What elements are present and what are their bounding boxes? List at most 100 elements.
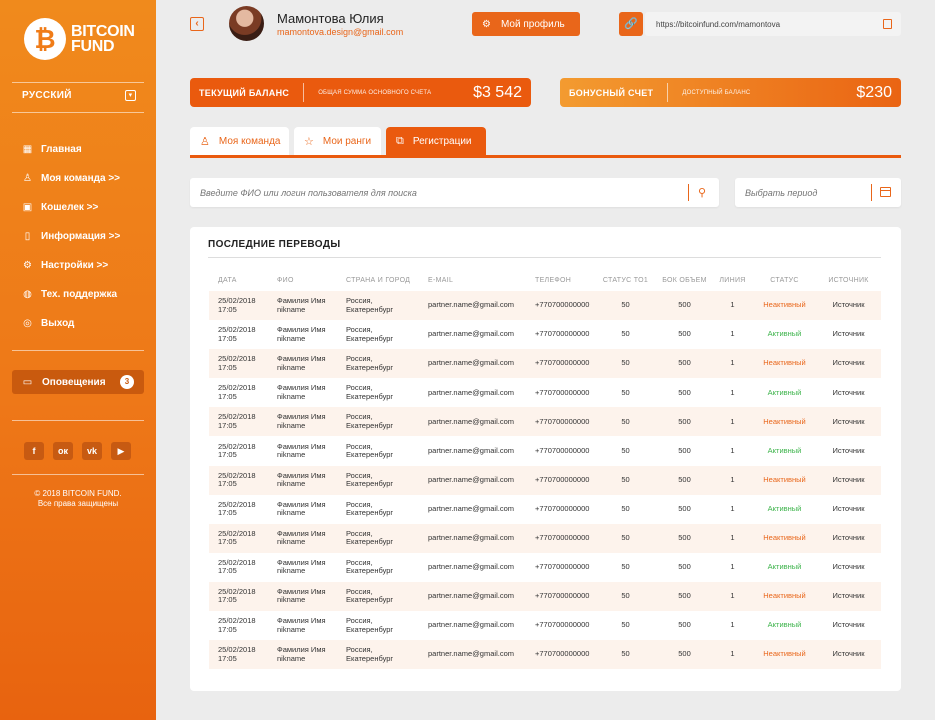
table-row[interactable]: 25/02/2018 17:05 Фамилия Имя nikname Россия,… [209, 523, 881, 553]
copy-icon[interactable] [883, 19, 892, 29]
table-row[interactable]: 25/02/2018 17:05 Фамилия Имя nikname Россия,… [209, 611, 881, 640]
current-balance-card: ТЕКУЩИЙ БАЛАНС ОБЩАЯ СУММА ОСНОВНОГО СЧЁ… [190, 78, 531, 107]
vk-icon[interactable]: vk [82, 442, 102, 460]
cell-status-to1: 50 [621, 533, 630, 543]
city-text: Екатеренбург [346, 450, 394, 460]
sidebar-item-notifications[interactable]: ▭ Оповещения 3 [12, 370, 144, 394]
table-row[interactable]: 25/02/2018 17:05 Фамилия Имя nikname Россия,… [209, 349, 881, 379]
sidebar-item-label: Моя команда >> [41, 173, 121, 184]
cell-location: Россия, Екатеренбург [337, 524, 419, 553]
copyright: © 2018 BITCOIN FUND. Все права защищены [0, 489, 156, 509]
sidebar-item-support[interactable]: ◍ Тех. поддержка [22, 280, 120, 309]
sidebar-item-settings[interactable]: ⚙ Настройки >> [22, 251, 120, 280]
cell-status: Неактивный [763, 533, 806, 543]
cell-email: partner.name@gmail.com [428, 474, 514, 484]
table-row[interactable]: 25/02/2018 17:05 Фамилия Имя nikname Россия,… [209, 291, 881, 321]
search-icon[interactable]: ⚲ [698, 186, 706, 199]
table-row[interactable]: 25/02/2018 17:05 Фамилия Имя nikname Россия,… [209, 581, 881, 612]
odnoklassniki-icon[interactable]: ок [53, 442, 73, 460]
cell-phone: +770700000000 [535, 533, 590, 543]
column-header-volume[interactable]: БОК ОБЪЕМ [657, 270, 712, 291]
city-text: Екатеренбург [346, 391, 394, 401]
cell-status-to1: 50 [621, 300, 630, 310]
nickname-text: nikname [277, 537, 306, 547]
cell-date: 25/02/2018 17:05 [209, 640, 268, 669]
cell-volume: 500 [678, 503, 691, 513]
cell-location: Россия, Екатеренбург [337, 466, 419, 495]
cell-status-to1: 50 [621, 562, 630, 572]
period-picker [735, 178, 901, 207]
cell-source: Источник [832, 300, 865, 310]
cell-name: Фамилия Имя nikname [268, 611, 337, 640]
table-row[interactable]: 25/02/2018 17:05 Фамилия Имя nikname Россия,… [209, 465, 881, 495]
sidebar-item-logout[interactable]: ◎ Выход [22, 309, 120, 338]
table-row[interactable]: 25/02/2018 17:05 Фамилия Имя nikname Россия,… [209, 378, 881, 407]
my-profile-button[interactable]: ⚙ Мой профиль [472, 12, 580, 36]
table-row[interactable]: 25/02/2018 17:05 Фамилия Имя nikname Россия,… [209, 495, 881, 524]
tab-my-ranks[interactable]: ☆ Мои ранги [294, 127, 381, 155]
table-row[interactable]: 25/02/2018 17:05 Фамилия Имя nikname Россия,… [209, 320, 881, 349]
column-header-email[interactable]: E-MAIL [419, 270, 526, 291]
youtube-icon[interactable]: ▶ [111, 442, 131, 460]
cell-location: Россия, Екатеренбург [337, 378, 419, 407]
collapse-sidebar-button[interactable]: ‹ [190, 17, 204, 31]
city-text: Екатеренбург [346, 566, 394, 576]
calendar-icon[interactable] [880, 187, 891, 197]
cell-volume: 500 [678, 445, 691, 455]
cell-status-to1: 50 [621, 649, 630, 659]
cell-line: 1 [730, 358, 735, 368]
language-select[interactable]: РУССКИЙ ▾ [22, 90, 136, 101]
cell-date: 25/02/2018 17:05 [209, 466, 268, 495]
sidebar-item-team[interactable]: ♙ Моя команда >> [22, 164, 120, 193]
table-row[interactable]: 25/02/2018 17:05 Фамилия Имя nikname Россия,… [209, 436, 881, 465]
cell-name: Фамилия Имя nikname [268, 466, 337, 495]
link-icon[interactable]: 🔗 [619, 12, 643, 36]
table-row[interactable]: 25/02/2018 17:05 Фамилия Имя nikname Россия,… [209, 640, 881, 670]
message-icon: ▭ [22, 376, 33, 388]
cell-email: partner.name@gmail.com [428, 562, 514, 572]
divider [871, 184, 872, 201]
column-header-date[interactable]: ДАТА [209, 270, 268, 291]
cell-volume: 500 [678, 329, 691, 339]
user-email[interactable]: mamontova.design@gmail.com [277, 27, 403, 37]
cell-phone: +770700000000 [535, 358, 590, 368]
cell-status: Неактивный [763, 649, 806, 659]
cell-line: 1 [730, 300, 735, 310]
referral-link-field[interactable]: https://bitcoinfund.com/mamontova [645, 12, 901, 36]
cell-source: Источник [832, 533, 865, 543]
avatar[interactable] [229, 6, 264, 41]
search-input[interactable] [190, 178, 685, 207]
tab-my-team[interactable]: ♙ Моя команда [190, 127, 289, 155]
column-header-line[interactable]: ЛИНИЯ [712, 270, 753, 291]
sidebar-item-wallet[interactable]: ▣ Кошелек >> [22, 193, 120, 222]
column-header-name[interactable]: ФИО [268, 270, 337, 291]
cell-date: 25/02/2018 17:05 [209, 611, 268, 640]
cell-status: Неактивный [763, 591, 806, 601]
cell-source: Источник [832, 620, 865, 630]
period-input[interactable] [735, 178, 865, 207]
power-icon: ◎ [23, 318, 32, 329]
user-icon: ♙ [23, 173, 32, 184]
table-row[interactable]: 25/02/2018 17:05 Фамилия Имя nikname Россия,… [209, 407, 881, 437]
city-text: Екатеренбург [346, 362, 394, 372]
column-header-phone[interactable]: ТЕЛЕФОН [526, 270, 594, 291]
tab-label: Мои ранги [322, 135, 372, 147]
column-header-location[interactable]: СТРАНА И ГОРОД [337, 270, 419, 291]
bitcoin-logo-icon: ₿ [24, 18, 66, 60]
facebook-icon[interactable]: f [24, 442, 44, 460]
column-header-status-to1[interactable]: СТАТУС TO1 [594, 270, 657, 291]
my-profile-label: Мой профиль [500, 18, 565, 30]
tab-registrations[interactable]: ⧉ Регистрации [386, 127, 486, 155]
nickname-text: nikname [277, 595, 306, 605]
sidebar-item-home[interactable]: ▦ Главная [22, 135, 120, 164]
cell-line: 1 [730, 533, 735, 543]
sidebar-item-info[interactable]: ▯ Информация >> [22, 222, 121, 251]
column-header-source[interactable]: ИСТОЧНИК [816, 270, 881, 291]
cell-line: 1 [730, 562, 735, 572]
cell-name: Фамилия Имя nikname [268, 378, 337, 407]
time-text: 17:05 [218, 595, 237, 605]
city-text: Екатеренбург [346, 537, 394, 547]
logo[interactable]: ₿ BITCOIN FUND [24, 18, 135, 60]
table-row[interactable]: 25/02/2018 17:05 Фамилия Имя nikname Россия,… [209, 553, 881, 582]
column-header-status[interactable]: СТАТУС [753, 270, 816, 291]
